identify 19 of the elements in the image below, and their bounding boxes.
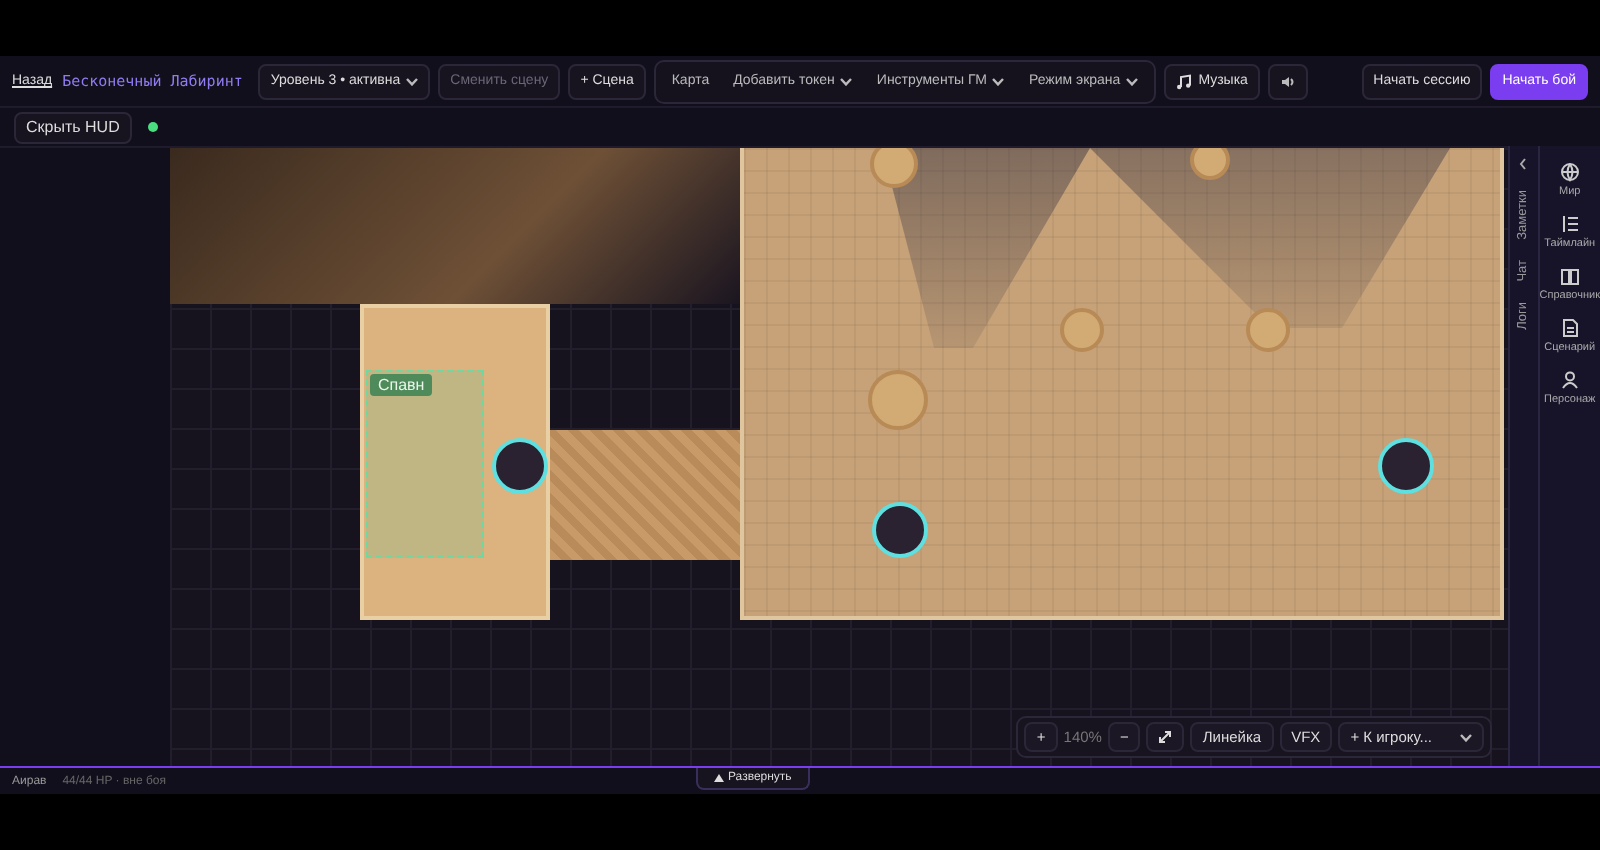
speaker-icon [1279,73,1296,89]
caret-icon [1460,733,1472,741]
triangle-up-icon [714,774,724,782]
person-icon [1559,370,1580,390]
chevron-icon[interactable] [1518,158,1529,170]
caret-icon [1126,77,1139,85]
caret-icon [992,77,1005,85]
globe-icon [1559,162,1580,182]
expand-icon [1158,730,1173,744]
hide-hud-button[interactable]: Скрыть HUD [14,111,132,143]
caret-icon [840,77,853,85]
list-icon [1559,214,1580,234]
book-icon [1559,266,1580,286]
zone-label: Спавн [370,374,433,396]
document-icon [1559,318,1580,338]
caret-icon [406,77,419,85]
fit-view-button[interactable] [1146,722,1185,752]
music-note-icon [1176,73,1193,89]
volume-button[interactable] [1267,63,1308,99]
